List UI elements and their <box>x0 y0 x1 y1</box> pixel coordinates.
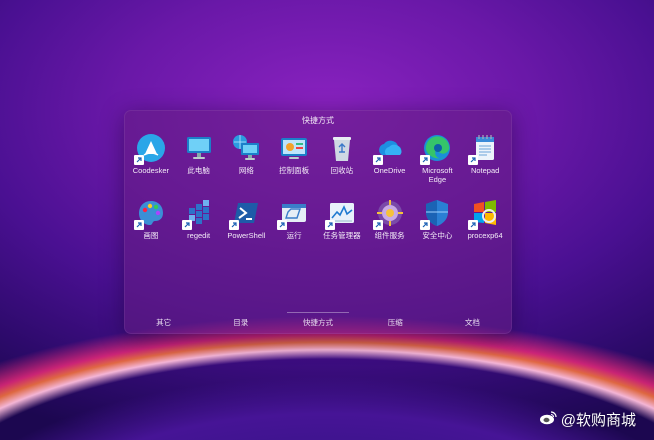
network-icon <box>231 133 261 163</box>
shortcut-regedit[interactable]: regedit <box>175 198 223 240</box>
shortcut-label: PowerShell <box>227 231 266 240</box>
shortcut-label: 任务管理器 <box>323 231 361 240</box>
tab-shortcuts[interactable]: 快捷方式 <box>279 312 356 331</box>
notepad-icon <box>468 133 500 165</box>
shortcut-label: Notepad <box>470 166 500 175</box>
shortcut-onedrive[interactable]: OneDrive <box>366 133 414 184</box>
shortcut-control-panel[interactable]: 控制面板 <box>270 133 318 184</box>
regedit-icon <box>181 198 214 230</box>
component-services-icon <box>372 198 405 230</box>
control-panel-icon <box>279 133 309 163</box>
shortcut-security-center[interactable]: 安全中心 <box>414 198 462 240</box>
shortcut-label: Coodesker <box>132 166 170 175</box>
shortcut-paint[interactable]: 画图 <box>127 198 175 240</box>
shortcut-arrow-icon <box>468 155 479 165</box>
tab-documents[interactable]: 文档 <box>434 315 511 331</box>
shortcut-row-2: 画图 regedit PowerShell 运行 任务管理器 组件服务 安全中心… <box>127 198 509 240</box>
shortcut-run[interactable]: 运行 <box>270 198 318 240</box>
shortcut-label: 组件服务 <box>374 231 405 240</box>
watermark-text: @软购商城 <box>560 412 636 429</box>
shortcut-network[interactable]: 网络 <box>223 133 271 184</box>
panel-title: 快捷方式 <box>302 116 334 125</box>
shortcut-label: 此电脑 <box>187 166 210 175</box>
task-manager-icon <box>324 198 357 230</box>
shortcut-arrow-icon <box>229 220 240 230</box>
shortcut-component-services[interactable]: 组件服务 <box>366 198 414 240</box>
shortcut-label: 控制面板 <box>279 166 310 175</box>
shortcut-arrow-icon <box>133 155 144 165</box>
shortcut-task-manager[interactable]: 任务管理器 <box>318 198 366 240</box>
paint-icon <box>133 198 166 230</box>
shortcut-panel: 快捷方式 Coodesker 此电脑 网络 控制面板 回收站 OneDrive … <box>124 110 512 334</box>
weibo-icon <box>539 410 557 429</box>
tab-other[interactable]: 其它 <box>125 315 202 331</box>
shortcut-arrow-icon <box>372 155 383 165</box>
shortcut-arrow-icon <box>181 220 192 230</box>
shortcut-arrow-icon <box>420 220 431 230</box>
tab-directory[interactable]: 目录 <box>202 315 279 331</box>
shortcut-arrow-icon <box>277 220 288 230</box>
powershell-icon <box>229 198 261 230</box>
onedrive-icon <box>372 133 405 165</box>
shortcut-grid: Coodesker 此电脑 网络 控制面板 回收站 OneDrive Micro… <box>127 133 509 240</box>
shortcut-arrow-icon <box>468 220 479 230</box>
recycle-bin-icon <box>327 133 357 163</box>
shortcut-label: 安全中心 <box>422 231 453 240</box>
tab-compress[interactable]: 压缩 <box>357 315 434 331</box>
shortcut-label: regedit <box>187 231 211 240</box>
edge-icon <box>420 133 452 165</box>
shortcut-powershell[interactable]: PowerShell <box>223 198 271 240</box>
shortcut-coodesker[interactable]: Coodesker <box>127 133 175 184</box>
shortcut-label: 网络 <box>238 166 254 175</box>
procexp-icon <box>468 198 500 230</box>
shortcut-label: 运行 <box>286 231 302 240</box>
shortcut-label: OneDrive <box>373 166 406 175</box>
shortcut-label: 画图 <box>143 231 159 240</box>
shortcut-arrow-icon <box>324 220 335 230</box>
computer-icon <box>184 133 214 163</box>
watermark: @软购商城 <box>539 409 636 430</box>
shortcut-arrow-icon <box>372 220 383 230</box>
shortcut-label: procexp64 <box>467 231 503 240</box>
shortcut-arrow-icon <box>420 155 431 165</box>
shortcut-label: 回收站 <box>330 166 354 175</box>
shortcut-this-pc[interactable]: 此电脑 <box>175 133 223 184</box>
shortcut-notepad[interactable]: Notepad <box>461 133 509 184</box>
shortcut-label: Microsoft Edge <box>422 166 453 184</box>
shortcut-recycle-bin[interactable]: 回收站 <box>318 133 366 184</box>
shortcut-edge[interactable]: Microsoft Edge <box>414 133 462 184</box>
shortcut-procexp64[interactable]: procexp64 <box>461 198 509 240</box>
shortcut-row-1: Coodesker 此电脑 网络 控制面板 回收站 OneDrive Micro… <box>127 133 509 184</box>
panel-tabs: 其它 目录 快捷方式 压缩 文档 <box>125 312 511 331</box>
run-icon <box>277 198 309 230</box>
shortcut-arrow-icon <box>133 220 144 230</box>
security-center-icon <box>420 198 452 230</box>
coodesker-icon <box>133 133 166 165</box>
